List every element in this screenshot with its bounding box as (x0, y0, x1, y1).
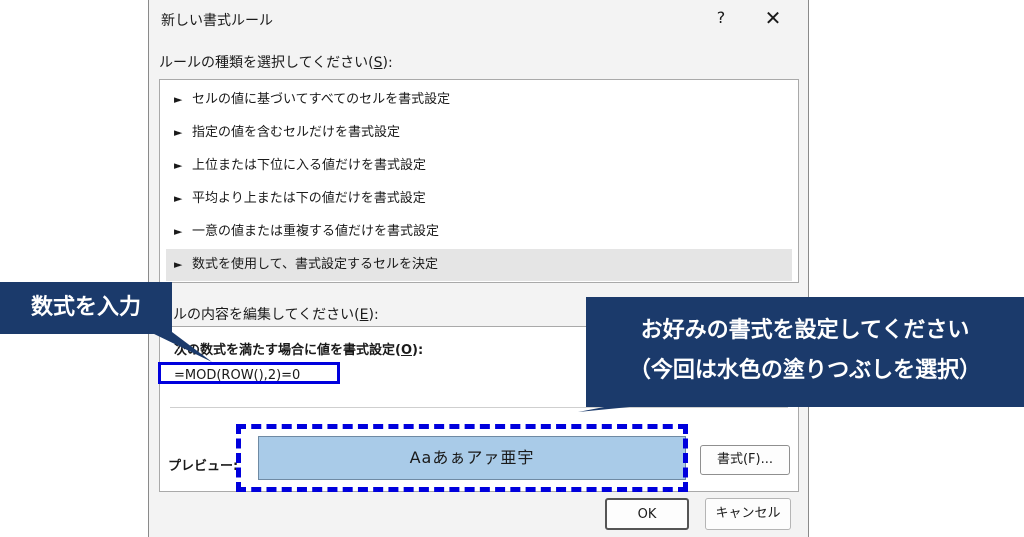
annotation-set-format: お好みの書式を設定してください （今回は水色の塗りつぶしを選択） (586, 297, 1024, 407)
annotation-line: お好みの書式を設定してください (640, 318, 970, 343)
formula-highlight (158, 362, 340, 384)
left-callout-pointer (150, 332, 212, 362)
preview-highlight (236, 424, 688, 492)
annotation-line: （今回は水色の塗りつぶしを選択） (628, 358, 982, 383)
annotation-enter-formula: 数式を入力 (0, 282, 172, 334)
